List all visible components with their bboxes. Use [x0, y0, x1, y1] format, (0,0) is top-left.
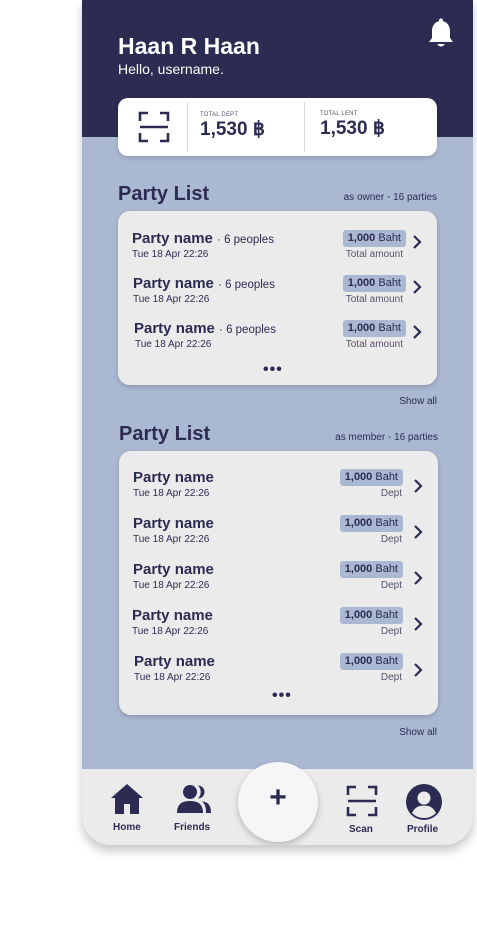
- party-name: Party name: [132, 607, 213, 624]
- amount-badge: 1,000 Baht: [339, 515, 403, 532]
- chevron-right-icon[interactable]: [413, 617, 423, 631]
- more-dots-icon[interactable]: •••: [263, 362, 283, 378]
- list-item[interactable]: Party name Tue 18 Apr 22:26 1,000 Baht D…: [119, 469, 438, 513]
- amount-badge: 1,000 Baht: [342, 320, 406, 337]
- nav-profile[interactable]: Profile: [402, 783, 446, 839]
- amount-badge: 1,000 Baht: [342, 230, 406, 247]
- amount-badge: 1,000 Baht: [339, 469, 403, 486]
- nav-scan[interactable]: Scan: [338, 783, 386, 839]
- amount-type: Dept: [380, 580, 402, 591]
- party-name: Party name: [133, 515, 214, 532]
- list-item[interactable]: Party name · 6 peoples Tue 18 Apr 22:26 …: [118, 275, 437, 319]
- total-lent-value: 1,530 ฿: [320, 118, 385, 139]
- home-icon: [111, 784, 143, 814]
- greeting-text: Hello, username.: [118, 61, 224, 77]
- party-name: Party name · 6 peoples: [133, 275, 275, 292]
- summary-divider: [304, 102, 305, 152]
- amount-type: Dept: [380, 534, 402, 545]
- balance-summary-card: TOTAL DEPT 1,530 ฿ TOTAL LENT 1,530 ฿: [118, 98, 437, 156]
- party-name: Party name · 6 peoples: [132, 230, 274, 247]
- nav-profile-label: Profile: [407, 824, 439, 835]
- amount-type: Total amount: [345, 339, 403, 350]
- amount-type: Dept: [380, 488, 402, 499]
- amount-badge: 1,000 Baht: [342, 275, 406, 292]
- party-name: Party name: [133, 469, 214, 486]
- member-section-title: Party List: [119, 423, 211, 445]
- list-item[interactable]: Party name Tue 18 Apr 22:26 1,000 Baht D…: [119, 515, 438, 559]
- list-item[interactable]: Party name · 6 peoples Tue 18 Apr 22:26 …: [118, 230, 437, 274]
- nav-home-label: Home: [113, 822, 141, 833]
- member-section-subtitle: as member - 16 parties: [335, 432, 438, 443]
- chevron-right-icon[interactable]: [412, 280, 422, 294]
- app-title: Haan R Haan: [118, 33, 260, 59]
- nav-friends-label: Friends: [174, 822, 211, 833]
- party-date: Tue 18 Apr 22:26: [132, 249, 209, 260]
- scan-icon: [346, 785, 378, 817]
- owner-show-all-link[interactable]: Show all: [399, 396, 437, 407]
- chevron-right-icon[interactable]: [413, 525, 423, 539]
- friends-icon: [177, 785, 211, 813]
- amount-type: Dept: [380, 672, 402, 683]
- party-date: Tue 18 Apr 22:26: [135, 339, 212, 350]
- list-item[interactable]: Party name · 6 peoples Tue 18 Apr 22:26 …: [118, 320, 437, 364]
- amount-type: Dept: [380, 626, 402, 637]
- nav-friends[interactable]: Friends: [172, 781, 216, 839]
- amount-type: Total amount: [345, 294, 403, 305]
- list-item[interactable]: Party name Tue 18 Apr 22:26 1,000 Baht D…: [119, 561, 438, 605]
- amount-badge: 1,000 Baht: [339, 607, 403, 624]
- profile-icon: [406, 784, 442, 820]
- bell-icon[interactable]: [426, 18, 456, 50]
- amount-type: Total amount: [345, 249, 403, 260]
- nav-home[interactable]: Home: [106, 781, 148, 839]
- chevron-right-icon[interactable]: [413, 663, 423, 677]
- add-party-button[interactable]: +: [238, 762, 318, 842]
- party-name: Party name · 6 peoples: [134, 320, 276, 337]
- chevron-right-icon[interactable]: [412, 235, 422, 249]
- party-date: Tue 18 Apr 22:26: [133, 580, 210, 591]
- party-date: Tue 18 Apr 22:26: [132, 626, 209, 637]
- app-screen: Haan R Haan Hello, username. TOTAL DEPT …: [82, 0, 473, 845]
- member-show-all-link[interactable]: Show all: [399, 727, 437, 738]
- total-dept-value: 1,530 ฿: [200, 119, 265, 140]
- more-dots-icon[interactable]: •••: [272, 688, 292, 704]
- party-name: Party name: [133, 561, 214, 578]
- amount-badge: 1,000 Baht: [339, 561, 403, 578]
- chevron-right-icon[interactable]: [412, 325, 422, 339]
- owner-party-list: Party name · 6 peoples Tue 18 Apr 22:26 …: [118, 211, 437, 385]
- list-item[interactable]: Party name Tue 18 Apr 22:26 1,000 Baht D…: [119, 607, 438, 651]
- party-date: Tue 18 Apr 22:26: [133, 294, 210, 305]
- owner-section-title: Party List: [118, 183, 210, 205]
- member-party-list: Party name Tue 18 Apr 22:26 1,000 Baht D…: [119, 451, 438, 715]
- summary-divider: [187, 102, 188, 152]
- party-date: Tue 18 Apr 22:26: [133, 534, 210, 545]
- chevron-right-icon[interactable]: [413, 571, 423, 585]
- amount-badge: 1,000 Baht: [339, 653, 403, 670]
- party-name: Party name: [134, 653, 215, 670]
- owner-section-subtitle: as owner - 16 parties: [343, 192, 437, 203]
- chevron-right-icon[interactable]: [413, 479, 423, 493]
- party-date: Tue 18 Apr 22:26: [134, 672, 211, 683]
- scan-icon[interactable]: [138, 111, 170, 143]
- party-date: Tue 18 Apr 22:26: [133, 488, 210, 499]
- plus-icon: +: [269, 781, 287, 814]
- nav-scan-label: Scan: [349, 824, 373, 835]
